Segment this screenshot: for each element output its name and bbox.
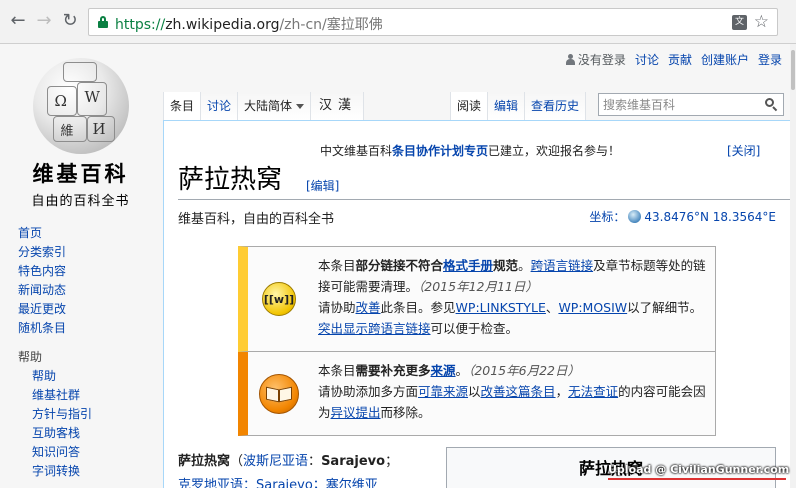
wp-linkstyle-link[interactable]: WP:LINKSTYLE xyxy=(456,300,546,315)
coordinates[interactable]: 坐标： 43.8476°N 18.3564°E xyxy=(589,208,776,225)
sidebar-heading-help[interactable]: 帮助 xyxy=(18,348,158,367)
tab-edit[interactable]: 编辑 xyxy=(488,92,526,120)
site-notice-close-link[interactable]: [关闭] xyxy=(727,142,760,159)
sidebar-item-main-page[interactable]: 首页 xyxy=(18,224,158,243)
page-scrollbar[interactable] xyxy=(790,44,796,488)
cleanup-notice-text: 本条目部分链接不符合格式手册规范。跨语言链接及章节标题等处的链接可能需要清理。（… xyxy=(318,258,706,336)
login-link[interactable]: 登录 xyxy=(758,53,782,67)
wikify-icon: [[w]] xyxy=(262,282,296,316)
translate-icon[interactable]: 文 xyxy=(732,15,747,30)
search-icon[interactable] xyxy=(765,98,778,112)
sidebar-item-help[interactable]: 帮助 xyxy=(18,367,158,386)
sources-notice-box: 本条目需要补充更多来源。（2015年6月22日） 请协助添加多方面可靠来源以改善… xyxy=(238,352,716,436)
globe-icon[interactable] xyxy=(628,210,642,223)
forward-arrow-icon[interactable]: → xyxy=(32,9,56,33)
watermark: Upload @ CivilianGunner.com xyxy=(608,463,790,476)
sidebar-item-community[interactable]: 维基社群 xyxy=(18,386,158,405)
browser-toolbar: ← → ↻ https://zh.wikipedia.org/zh-cn/塞拉耶… xyxy=(0,0,796,44)
tab-talk[interactable]: 讨论 xyxy=(201,92,239,120)
view-tabs: 阅读 编辑 查看历史 xyxy=(450,92,587,120)
heading-divider xyxy=(178,199,792,200)
challenged-link[interactable]: 异议提出 xyxy=(331,405,381,420)
lead-paragraph-line-2[interactable]: 克罗地亚语：Sarajevo；塞尔维亚 xyxy=(178,474,378,488)
improve-article-link[interactable]: 改善这篇条目 xyxy=(481,384,556,399)
contributions-link[interactable]: 贡献 xyxy=(668,53,692,67)
sidebar: 首页 分类索引 特色内容 新闻动态 最近更改 随机条目 帮助 帮助 维基社群 方… xyxy=(18,224,158,481)
user-talk-link[interactable]: 讨论 xyxy=(635,53,659,67)
wikipedia-page: Ω W 維 И 维基百科 自由的百科全书 首页 分类索引 特色内容 新闻动态 最… xyxy=(0,44,796,488)
url-text[interactable]: https://zh.wikipedia.org/zh-cn/塞拉耶佛 xyxy=(115,14,383,34)
create-account-link[interactable]: 创建账户 xyxy=(701,53,749,67)
cleanup-notice-box: [[w]] 本条目部分链接不符合格式手册规范。跨语言链接及章节标题等处的链接可能… xyxy=(238,246,716,352)
puzzle-globe-icon: Ω W 維 И xyxy=(32,58,129,154)
sidebar-item-reference-desk[interactable]: 知识问答 xyxy=(18,443,158,462)
wikipedia-logo[interactable]: Ω W 維 И 维基百科 自由的百科全书 xyxy=(18,56,143,209)
manual-of-style-link[interactable]: 格式手册 xyxy=(443,258,493,273)
star-icon[interactable]: ☆ xyxy=(754,12,769,32)
logo-title: 维基百科 xyxy=(32,161,129,186)
user-icon xyxy=(565,54,575,65)
tab-read[interactable]: 阅读 xyxy=(450,92,489,120)
improve-link[interactable]: 改善 xyxy=(356,300,381,315)
site-tagline: 维基百科，自由的百科全书 xyxy=(178,212,335,227)
sidebar-item-news[interactable]: 新闻动态 xyxy=(18,281,158,300)
site-notice-link[interactable]: 条目协作计划专页 xyxy=(392,144,488,158)
site-notice: 中文维基百科条目协作计划专页已建立，欢迎报名参与！ xyxy=(319,144,621,158)
book-icon xyxy=(259,373,299,414)
sidebar-item-category-index[interactable]: 分类索引 xyxy=(18,243,158,262)
sources-notice-text: 本条目需要补充更多来源。（2015年6月22日） 请协助添加多方面可靠来源以改善… xyxy=(318,363,706,420)
sources-link[interactable]: 来源 xyxy=(431,363,456,378)
bosnian-language-link[interactable]: 波斯尼亚语 xyxy=(243,454,308,469)
chevron-down-icon xyxy=(296,104,305,109)
sidebar-item-village-pump[interactable]: 互助客栈 xyxy=(18,424,158,443)
namespace-tabs: 条目 讨论 大陆简体 汉漢 xyxy=(163,92,365,120)
page-title: 萨拉热窝 xyxy=(178,165,283,195)
tab-history[interactable]: 查看历史 xyxy=(525,92,587,120)
sidebar-item-recent-changes[interactable]: 最近更改 xyxy=(18,300,158,319)
scrollbar-thumb[interactable] xyxy=(791,50,795,90)
tab-article[interactable]: 条目 xyxy=(163,92,202,120)
personal-tools: 没有登录 讨论 贡献 创建账户 登录 xyxy=(565,51,782,68)
highlight-interlanguage-link[interactable]: 突出显示跨语言链接 xyxy=(318,321,431,336)
reload-icon[interactable]: ↻ xyxy=(58,9,82,33)
sidebar-item-word-conversion[interactable]: 字词转换 xyxy=(18,462,158,481)
tab-hanzi-toggle[interactable]: 汉漢 xyxy=(311,92,365,120)
back-arrow-icon[interactable]: ← xyxy=(6,9,30,33)
sidebar-item-featured-content[interactable]: 特色内容 xyxy=(18,262,158,281)
verifiability-link[interactable]: 无法查证 xyxy=(568,384,618,399)
lead-paragraph: 萨拉热窝（波斯尼亚语：Sarajevo； xyxy=(178,454,399,469)
title-edit-link[interactable]: [编辑] xyxy=(306,177,339,194)
watermark-underline xyxy=(608,478,786,480)
lock-icon xyxy=(98,16,108,28)
search-box[interactable] xyxy=(598,93,784,116)
logo-subtitle: 自由的百科全书 xyxy=(31,194,130,209)
wp-mosiw-link[interactable]: WP:MOSIW xyxy=(558,300,627,315)
main-content: 中文维基百科条目协作计划专页已建立，欢迎报名参与！ [关闭] 萨拉热窝 [编辑]… xyxy=(163,120,796,488)
search-input[interactable] xyxy=(599,94,759,115)
address-bar[interactable]: https://zh.wikipedia.org/zh-cn/塞拉耶佛 文 ☆ xyxy=(88,8,778,36)
sidebar-item-policies[interactable]: 方针与指引 xyxy=(18,405,158,424)
tab-variant-dropdown[interactable]: 大陆简体 xyxy=(238,92,312,120)
sidebar-item-random-article[interactable]: 随机条目 xyxy=(18,319,158,338)
reliable-sources-link[interactable]: 可靠来源 xyxy=(418,384,468,399)
interlanguage-link[interactable]: 跨语言链接 xyxy=(531,258,594,273)
not-logged-in-label: 没有登录 xyxy=(577,53,626,67)
